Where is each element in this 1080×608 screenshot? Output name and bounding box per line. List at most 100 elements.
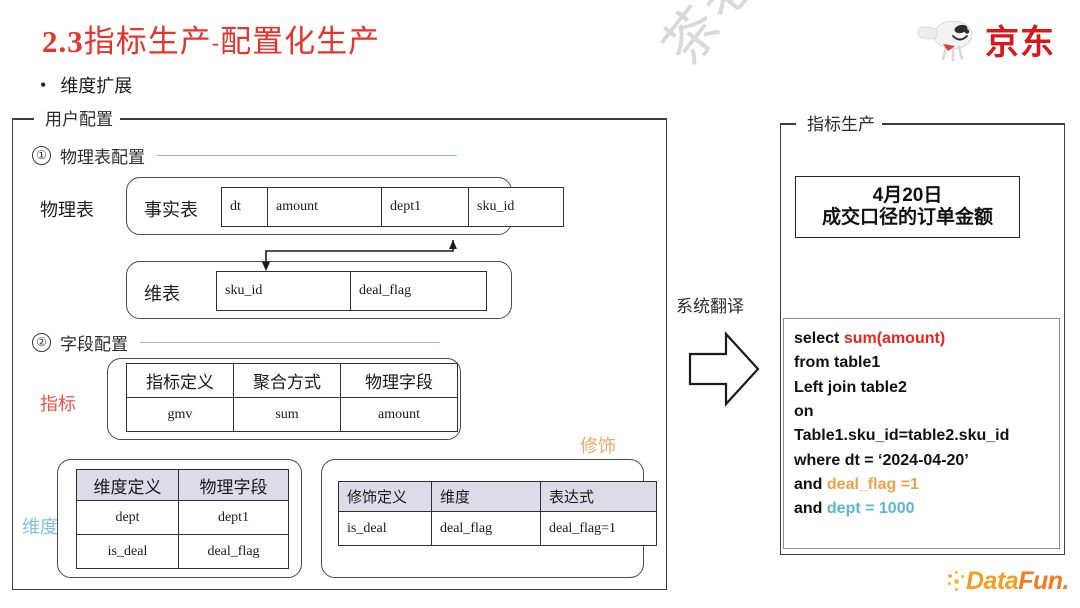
dimension-table: 维度定义 物理字段 dept dept1 is_deal deal_flag	[76, 469, 289, 569]
metric-header-definition: 指标定义	[126, 363, 234, 398]
sql-line-4: on	[794, 400, 1059, 424]
dimension-cell-dept1: dept1	[178, 500, 289, 535]
bullet-label: 维度扩展	[60, 76, 133, 96]
sql-token: dept = 1000	[826, 500, 915, 518]
dimension-header-definition: 维度定义	[76, 469, 179, 501]
right-panel-top-left-rule	[780, 123, 796, 125]
sql-token: and	[794, 475, 827, 493]
table-row: sku_id deal_flag	[216, 271, 487, 311]
user-config-legend: 用户配置	[38, 105, 120, 130]
sql-token: Left join table2	[794, 378, 907, 396]
metric-production-legend: 指标生产	[800, 110, 882, 135]
sql-token: select	[794, 330, 844, 347]
table-row: 维度定义 物理字段	[76, 469, 289, 501]
section-field-config: ② 字段配置	[32, 330, 440, 355]
metric-header-aggregation: 聚合方式	[233, 363, 341, 398]
sql-token: deal_flag =1	[826, 475, 919, 493]
modifier-cell-is-deal: is_deal	[338, 511, 432, 546]
panel-top-left-rule	[12, 118, 34, 120]
fact-table: dt amount dept1 sku_id	[221, 187, 564, 227]
sql-token: sum(amount)	[843, 330, 946, 347]
dimension-cell-deal-flag: deal_flag	[178, 534, 289, 569]
result-box: 4月20日 成交口径的订单金额	[795, 176, 1020, 238]
right-block-arrow-icon	[688, 331, 760, 407]
right-panel-top-right-rule	[852, 123, 1065, 125]
modifier-header-definition: 修饰定义	[338, 481, 432, 512]
sql-line-5: Table1.sku_id=table2.sku_id	[794, 424, 1059, 448]
dim-table: sku_id deal_flag	[216, 271, 487, 311]
modifier-cell-expression: deal_flag=1	[540, 511, 657, 546]
sql-line-2: from table1	[794, 351, 1059, 375]
table-row: gmv sum amount	[126, 397, 458, 432]
metric-cell-amount: amount	[340, 397, 458, 432]
metric-table: 指标定义 聚合方式 物理字段 gmv sum amount	[126, 363, 458, 432]
title-main: 指标生产	[83, 24, 212, 59]
translate-label: 系统翻译	[676, 297, 744, 316]
table-row: dt amount dept1 sku_id	[221, 187, 564, 227]
table-row: dept dept1	[76, 500, 289, 535]
table-row: is_deal deal_flag	[76, 534, 289, 569]
sql-token: on	[794, 402, 814, 420]
table-row: is_deal deal_flag deal_flag=1	[338, 511, 657, 546]
metric-header-field: 物理字段	[340, 363, 458, 398]
modifier-cell-deal-flag: deal_flag	[431, 511, 541, 546]
jd-dog-icon	[917, 20, 973, 62]
section-2-rule	[140, 341, 440, 344]
section-1-number: ①	[32, 146, 51, 165]
datafun-tail: Fun.	[1018, 567, 1069, 595]
jd-brand-label: 京东	[985, 24, 1055, 62]
dim-col-sku-id: sku_id	[216, 271, 351, 311]
sql-code: select sum(amount) from table1 Left join t…	[794, 327, 1059, 522]
sql-line-3: Left join table2	[794, 376, 1059, 400]
table-row: 修饰定义 维度 表达式	[338, 481, 657, 512]
jd-logo: 京东	[915, 16, 1065, 64]
sql-box: select sum(amount) from table1 Left join t…	[783, 318, 1060, 549]
section-1-rule	[157, 154, 457, 157]
section-physical-table: ① 物理表配置	[32, 143, 457, 168]
slide-canvas: 茶老李 2.3指标生产-配置化生产 • 维度扩展 京东 用户配置 ① 物理	[0, 0, 1080, 608]
title-number: 2.3	[42, 24, 84, 59]
page-title: 2.3指标生产-配置化生产	[42, 16, 380, 61]
sql-token: and	[794, 500, 827, 518]
sql-token: from table1	[794, 354, 881, 372]
datafun-head: Data	[966, 567, 1019, 595]
sql-line-7: and deal_flag =1	[794, 473, 1059, 497]
sql-line-8: and dept = 1000	[794, 497, 1059, 521]
bullet-item: • 维度扩展	[40, 72, 132, 98]
section-2-number: ②	[32, 333, 51, 352]
dim-table-row-label: 维表	[144, 284, 180, 304]
section-2-label: 字段配置	[60, 335, 128, 354]
datafun-label: DataFun.	[966, 567, 1069, 596]
section-1-label: 物理表配置	[60, 148, 145, 167]
modifier-label: 修饰	[580, 436, 616, 456]
modifier-header-dimension: 维度	[431, 481, 541, 512]
fact-table-row-label: 事实表	[144, 200, 198, 220]
fact-col-amount: amount	[267, 187, 382, 227]
metric-cell-sum: sum	[233, 397, 341, 432]
fact-col-dept1: dept1	[381, 187, 469, 227]
modifier-header-expression: 表达式	[540, 481, 657, 512]
panel-top-right-rule	[102, 118, 667, 120]
dimension-header-field: 物理字段	[178, 469, 289, 501]
fact-col-sku-id: sku_id	[468, 187, 564, 227]
title-sub: 配置化生产	[220, 24, 381, 59]
result-date: 4月20日	[872, 184, 943, 206]
result-metric: 成交口径的订单金额	[821, 206, 993, 228]
bullet-dot-icon: •	[40, 74, 47, 95]
sql-line-1: select sum(amount)	[794, 327, 1059, 351]
metric-label: 指标	[40, 394, 76, 414]
sql-line-6: where dt = ‘2024-04-20’	[794, 449, 1059, 473]
physical-table-label: 物理表	[40, 200, 94, 220]
datafun-logo: DataFun.	[948, 567, 1069, 598]
fact-col-dt: dt	[221, 187, 268, 227]
sql-token: where dt = ‘2024-04-20’	[794, 451, 969, 469]
title-dash: -	[211, 30, 221, 55]
dimension-cell-dept: dept	[76, 500, 179, 535]
dimension-label: 维度	[22, 517, 58, 537]
dim-col-deal-flag: deal_flag	[350, 271, 487, 311]
modifier-table: 修饰定义 维度 表达式 is_deal deal_flag deal_flag=…	[338, 481, 657, 546]
dimension-cell-is-deal: is_deal	[76, 534, 179, 569]
sql-token: Table1.sku_id=table2.sku_id	[794, 427, 1010, 445]
watermark-text: 茶老李	[640, 0, 809, 79]
metric-cell-gmv: gmv	[126, 397, 234, 432]
